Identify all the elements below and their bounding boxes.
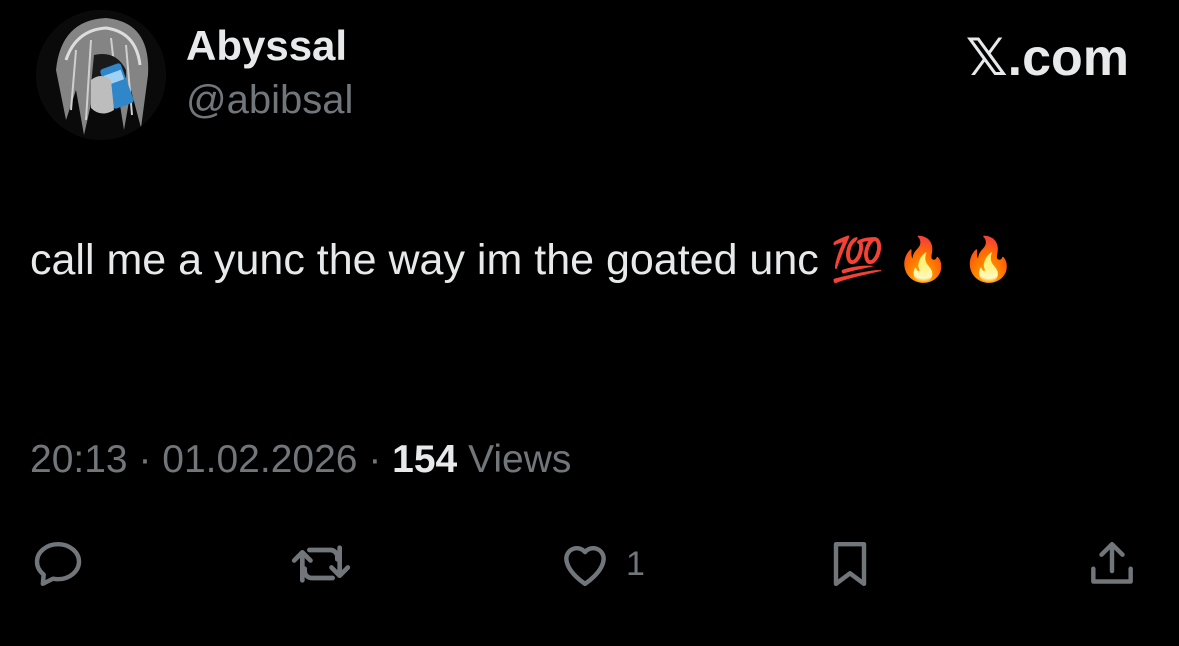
bookmark-button[interactable]	[822, 532, 878, 596]
tweet-date: 01.02.2026	[162, 438, 358, 481]
like-count: 1	[626, 544, 645, 583]
meta-separator: ·	[127, 438, 163, 481]
share-button[interactable]	[1082, 532, 1142, 596]
repost-button[interactable]	[288, 532, 354, 596]
tweet-meta: 20:13 · 01.02.2026 · 154 Views	[30, 436, 571, 484]
avatar[interactable]	[36, 10, 166, 140]
views-label: Views	[457, 438, 572, 481]
author-handle[interactable]: @abibsal	[186, 76, 353, 124]
avatar-image	[36, 10, 166, 140]
x-logo: 𝕏.com	[965, 29, 1129, 87]
reply-button[interactable]	[30, 532, 86, 596]
views-count[interactable]: 154	[392, 438, 457, 481]
reply-icon	[34, 541, 82, 587]
tweet-time: 20:13	[30, 438, 128, 481]
bookmark-icon	[833, 541, 867, 587]
repost-icon	[291, 545, 351, 583]
tweet-text: call me a yunc the way im the goated unc…	[30, 236, 1016, 284]
action-bar: 1	[0, 532, 1179, 596]
meta-separator: ·	[357, 438, 393, 481]
heart-icon	[564, 545, 606, 587]
author-display-name[interactable]: Abyssal	[186, 22, 347, 70]
like-button[interactable]: 1	[556, 532, 645, 596]
share-icon	[1091, 541, 1133, 584]
